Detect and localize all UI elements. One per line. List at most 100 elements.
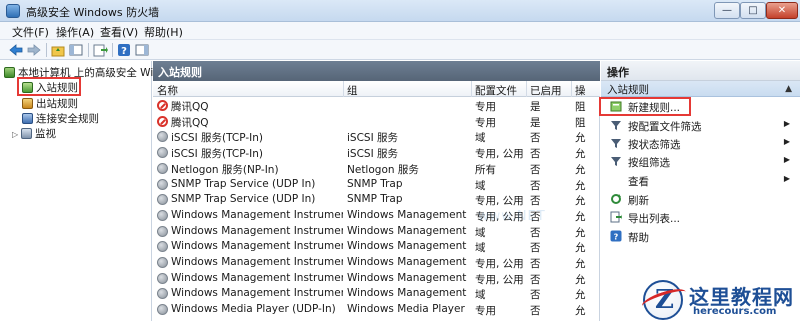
cell-enabled: 否	[530, 258, 541, 270]
cell-group: Windows Management In...	[347, 208, 469, 221]
cell-action: 允	[575, 132, 586, 145]
action-item[interactable]: ? 帮助	[601, 228, 800, 245]
menu-action[interactable]: 操作(A)	[56, 24, 94, 40]
cell-profile: 专用	[475, 305, 496, 318]
action-item[interactable]: 按配置文件筛选 ▶	[601, 117, 800, 134]
cell-name: 腾讯QQ	[171, 116, 209, 129]
cell-action: 允	[575, 226, 586, 239]
cell-name: Windows Management Instrumentati...	[171, 208, 343, 221]
table-row[interactable]: Windows Management Instrumentati... Windo…	[153, 255, 600, 271]
table-row[interactable]: Windows Management Instrumentati... Windo…	[153, 286, 600, 302]
action-item[interactable]: 按状态筛选 ▶	[601, 135, 800, 152]
cell-group: Windows Management In...	[347, 287, 469, 300]
cell-enabled: 否	[530, 132, 541, 145]
cell-profile: 域	[475, 179, 486, 192]
disabled-rule-icon	[157, 288, 168, 300]
logo-domain: herecours.com	[693, 306, 777, 317]
column-enabled[interactable]: 已启用	[530, 83, 562, 97]
maximize-button[interactable]: □	[740, 2, 766, 19]
action-item[interactable]: 导出列表...	[601, 209, 800, 226]
cell-name: Windows Management Instrumentati...	[171, 271, 343, 284]
action-item[interactable]: 刷新	[601, 191, 800, 208]
cell-enabled: 否	[530, 179, 541, 192]
column-action[interactable]: 操	[575, 83, 586, 97]
back-arrow-icon[interactable]	[8, 42, 24, 58]
action-item[interactable]: 查看 ▶	[601, 172, 800, 189]
actions-section-inbound[interactable]: 入站规则 ▲	[601, 81, 800, 97]
show-pane-icon[interactable]	[134, 42, 150, 58]
actions-title: 操作	[601, 61, 800, 81]
table-row[interactable]: Windows Management Instrumentati... Windo…	[153, 271, 600, 287]
action-label: 查看	[628, 176, 649, 188]
inbound-rules-pane: 入站规则 名称 组 配置文件 已启用 操 腾讯QQ 专用是阻腾讯QQ 专用是阻 iSC…	[153, 61, 600, 321]
cell-profile: 专用	[475, 101, 496, 113]
table-row[interactable]: Windows Management Instrumentati... Windo…	[153, 239, 600, 255]
cell-action: 允	[575, 195, 586, 208]
window-title: 高级安全 Windows 防火墙	[26, 6, 160, 19]
firewall-root-icon	[4, 67, 15, 78]
cell-action: 允	[575, 289, 586, 302]
outbound-rules-icon	[22, 98, 33, 109]
connection-security-icon	[22, 113, 33, 124]
action-item[interactable]: 按组筛选 ▶	[601, 153, 800, 170]
disabled-rule-icon	[157, 272, 168, 284]
submenu-arrow-icon: ▶	[783, 119, 790, 128]
column-group[interactable]: 组	[347, 83, 358, 97]
help-icon[interactable]: ?	[116, 42, 132, 58]
minimize-button[interactable]: —	[714, 2, 740, 19]
menu-view[interactable]: 查看(V)	[100, 24, 138, 40]
site-logo: Z 这里教程网 herecours.com	[639, 278, 800, 321]
menu-file[interactable]: 文件(F)	[12, 24, 49, 40]
cell-profile: 专用	[475, 116, 496, 129]
collapse-icon[interactable]: ▲	[785, 84, 792, 94]
up-folder-icon[interactable]	[50, 42, 66, 58]
column-profile[interactable]: 配置文件	[475, 83, 517, 97]
show-tree-icon[interactable]	[68, 42, 84, 58]
action-label: 按配置文件筛选	[628, 121, 702, 133]
disabled-rule-icon	[157, 147, 168, 159]
tree-item-monitor[interactable]: ▷ 监视	[12, 126, 56, 140]
cell-group: iSCSI 服务	[347, 148, 399, 161]
table-row[interactable]: SNMP Trap Service (UDP In) SNMP Trap 域 否 允	[153, 177, 600, 193]
cell-name: Windows Management Instrumentati...	[171, 256, 343, 268]
export-icon[interactable]	[92, 42, 108, 58]
cell-name: Windows Management Instrumentati...	[171, 287, 343, 300]
menu-help[interactable]: 帮助(H)	[144, 24, 183, 40]
submenu-arrow-icon: ▶	[783, 155, 790, 164]
disabled-rule-icon	[157, 225, 168, 237]
cell-action: 允	[575, 148, 586, 161]
cell-name: Windows Management Instrumentati...	[171, 224, 343, 237]
menu-bar: 文件(F) 操作(A) 查看(V) 帮助(H)	[0, 22, 800, 40]
cell-profile: 域	[475, 132, 486, 145]
pane-title: 入站规则	[153, 61, 600, 81]
cell-action: 允	[575, 210, 586, 223]
forward-arrow-icon[interactable]	[26, 42, 42, 58]
table-row[interactable]: 腾讯QQ 专用 是 阻	[153, 98, 600, 114]
disabled-rule-icon	[157, 178, 168, 190]
cell-enabled: 否	[530, 226, 541, 239]
table-row[interactable]: Netlogon 服务(NP-In) Netlogon 服务 所有 否 允	[153, 161, 600, 177]
expand-icon[interactable]: ▷	[12, 130, 21, 139]
table-row[interactable]: iSCSI 服务(TCP-In) iSCSI 服务 专用, 公用否 允	[153, 145, 600, 161]
column-name[interactable]: 名称	[157, 83, 178, 97]
svg-text:?: ?	[614, 233, 619, 242]
cell-group: Windows Management In...	[347, 240, 469, 253]
table-row[interactable]: 腾讯QQ 专用 是 阻	[153, 114, 600, 130]
cell-name: iSCSI 服务(TCP-In)	[171, 132, 263, 145]
cell-action: 允	[575, 163, 586, 176]
table-row[interactable]: Windows Media Player (UDP-In) Windows Med…	[153, 302, 600, 318]
table-row[interactable]: SNMP Trap Service (UDP In) SNMP Trap 专用, 公…	[153, 192, 600, 208]
cell-group: iSCSI 服务	[347, 132, 399, 145]
cell-name: iSCSI 服务(TCP-In)	[171, 148, 263, 161]
tree-item-connection-security[interactable]: 连接安全规则	[22, 111, 99, 125]
highlight-box	[599, 97, 691, 116]
table-row[interactable]: Windows Management Instrumentati... Windo…	[153, 224, 600, 240]
disabled-rule-icon	[157, 131, 168, 143]
close-button[interactable]: ✕	[766, 2, 798, 19]
table-row[interactable]: iSCSI 服务(TCP-In) iSCSI 服务 域 否 允	[153, 129, 600, 145]
cell-name: Windows Management Instrumentati...	[171, 240, 343, 253]
cell-group: Windows Media Player	[347, 303, 465, 316]
cell-profile: 所有	[475, 163, 496, 176]
toolbar: ?	[0, 40, 800, 60]
tree-item-outbound-rules[interactable]: 出站规则	[22, 96, 78, 110]
